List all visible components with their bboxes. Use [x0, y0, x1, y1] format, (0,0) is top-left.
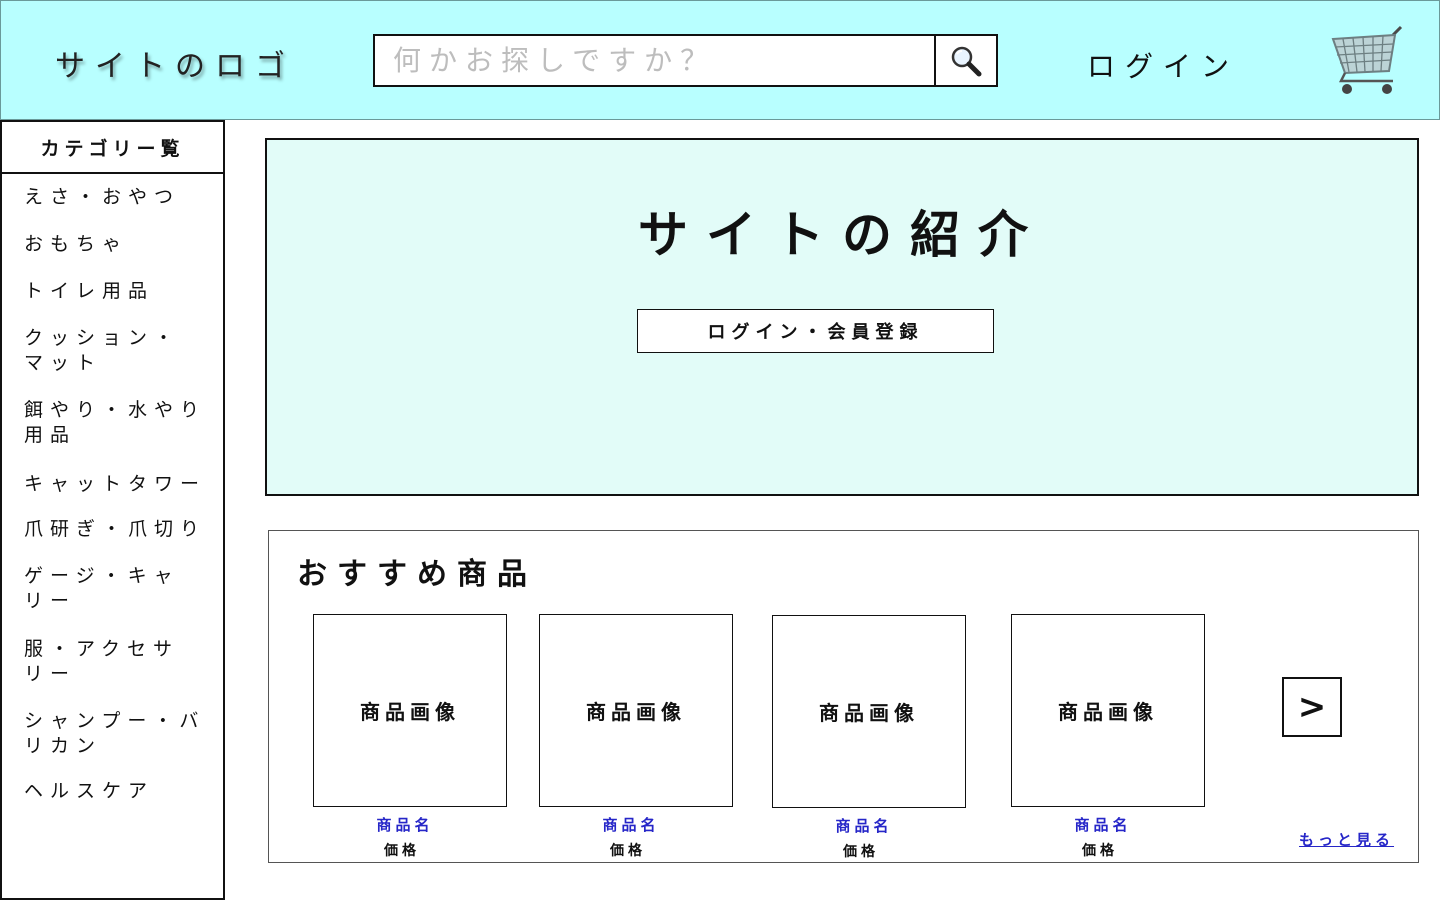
product-image[interactable]: 商品画像: [772, 615, 966, 808]
product-card: 商品画像 商品名 価格: [1011, 614, 1205, 860]
site-logo[interactable]: サイトのロゴ: [55, 41, 295, 85]
product-price: 価格: [384, 843, 420, 859]
search-button[interactable]: [934, 34, 998, 87]
product-image[interactable]: 商品画像: [1011, 614, 1205, 807]
site-intro-banner: サイトの紹介 ログイン・会員登録: [265, 138, 1419, 496]
next-products-button[interactable]: >: [1282, 677, 1342, 737]
product-price: 価格: [1082, 843, 1118, 859]
cart-button[interactable]: [1331, 25, 1405, 97]
intro-title: サイトの紹介: [638, 206, 1046, 264]
category-item-cat-tower[interactable]: キャットタワー: [24, 472, 224, 497]
recommended-products: おすすめ商品 商品画像 商品名 価格 商品画像 商品名 価格 商品画像 商品名 …: [268, 530, 1419, 863]
see-more-link[interactable]: もっと見る: [1299, 829, 1394, 850]
product-image[interactable]: 商品画像: [313, 614, 507, 807]
product-card: 商品画像 商品名 価格: [539, 614, 733, 860]
product-price: 価格: [843, 844, 879, 860]
category-item-cage[interactable]: ゲージ・キャリー: [24, 564, 194, 614]
category-item-feeding[interactable]: 餌やり・水やり用品: [24, 398, 214, 448]
category-item-toilet[interactable]: トイレ用品: [24, 279, 214, 304]
search-input[interactable]: [393, 44, 934, 77]
recommended-title: おすすめ商品: [297, 557, 537, 592]
login-register-button[interactable]: ログイン・会員登録: [637, 309, 994, 353]
product-name-link[interactable]: 商品名: [772, 815, 966, 836]
category-item-healthcare[interactable]: ヘルスケア: [24, 779, 214, 804]
category-list: えさ・おやつ おもちゃ トイレ用品 クッション・マット 餌やり・水やり用品 キャ…: [2, 174, 223, 802]
site-header: サイトのロゴ ログイン: [0, 0, 1440, 120]
product-name-link[interactable]: 商品名: [539, 814, 733, 835]
product-name-link[interactable]: 商品名: [1011, 814, 1205, 835]
category-sidebar: カテゴリー覧 えさ・おやつ おもちゃ トイレ用品 クッション・マット 餌やり・水…: [0, 120, 225, 900]
search-bar: [373, 34, 936, 87]
product-image[interactable]: 商品画像: [539, 614, 733, 807]
product-card: 商品画像 商品名 価格: [313, 614, 507, 860]
product-card: 商品画像 商品名 価格: [772, 615, 966, 861]
category-item-food[interactable]: えさ・おやつ: [24, 185, 214, 210]
sidebar-title: カテゴリー覧: [2, 122, 223, 174]
product-price: 価格: [610, 843, 646, 859]
category-item-shampoo[interactable]: シャンプー・バリカン: [24, 709, 222, 759]
category-item-toys[interactable]: おもちゃ: [24, 232, 214, 257]
login-link[interactable]: ログイン: [1087, 45, 1239, 85]
shopping-cart-icon: [1331, 25, 1403, 94]
category-item-nail[interactable]: 爪研ぎ・爪切り: [24, 517, 224, 542]
magnifier-icon: [951, 46, 982, 76]
category-item-cushion[interactable]: クッション・マット: [24, 326, 204, 376]
product-name-link[interactable]: 商品名: [313, 814, 507, 835]
category-item-clothes[interactable]: 服・アクセサリー: [24, 637, 194, 687]
